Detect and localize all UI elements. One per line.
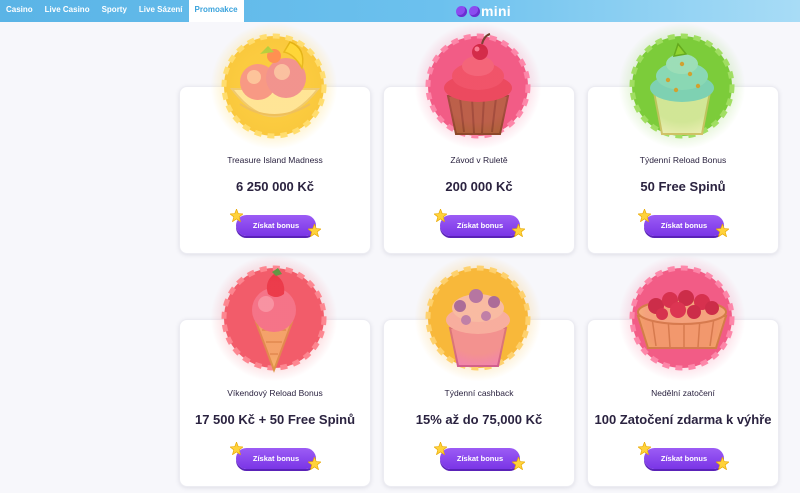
claim-bonus-button-wrap: Získat bonus [638, 442, 730, 470]
top-navigation-bar: Casino Live Casino Sporty Live Sázení Pr… [0, 0, 800, 22]
star-icon [308, 457, 321, 470]
claim-bonus-button[interactable]: Získat bonus [440, 215, 520, 236]
claim-bonus-button[interactable]: Získat bonus [236, 215, 316, 236]
ice-cream-bowl-icon [210, 22, 338, 150]
claim-bonus-button-wrap: Získat bonus [230, 209, 322, 237]
cherry-pie-icon [618, 254, 746, 382]
cherry-cupcake-icon [414, 22, 542, 150]
promo-title: Závod v Ruletě [450, 155, 508, 165]
main-nav: Casino Live Casino Sporty Live Sázení Pr… [0, 0, 244, 22]
logo-dot-icon [456, 5, 467, 17]
promo-amount: 50 Free Spinů [640, 179, 726, 194]
site-logo[interactable]: mini [455, 2, 511, 20]
claim-bonus-button[interactable]: Získat bonus [644, 215, 724, 236]
star-icon [716, 457, 729, 470]
promo-amount: 17 500 Kč + 50 Free Spinů [194, 412, 356, 427]
star-icon [512, 224, 525, 237]
star-icon [434, 442, 447, 455]
claim-bonus-button-wrap: Získat bonus [230, 442, 322, 470]
promo-title: Treasure Island Madness [227, 155, 323, 165]
promo-title: Týdenní Reload Bonus [639, 155, 727, 165]
nav-sports[interactable]: Sporty [96, 0, 133, 22]
nav-live-betting[interactable]: Live Sázení [133, 0, 189, 22]
blue-cupcake-icon [618, 22, 746, 150]
star-icon [716, 224, 729, 237]
star-icon [512, 457, 525, 470]
logo-dot-icon [469, 5, 480, 17]
claim-bonus-button-wrap: Získat bonus [434, 209, 526, 237]
nav-casino[interactable]: Casino [0, 0, 39, 22]
claim-bonus-button[interactable]: Získat bonus [236, 448, 316, 469]
star-icon [638, 209, 651, 222]
claim-bonus-button[interactable]: Získat bonus [440, 448, 520, 469]
strawberry-ice-cream-cone-icon [210, 254, 338, 382]
promo-amount: 200 000 Kč [445, 179, 513, 194]
promo-title: Týdenní cashback [444, 388, 514, 398]
promo-title: Nedělní zatočení [651, 388, 715, 398]
claim-bonus-button-wrap: Získat bonus [434, 442, 526, 470]
star-icon [230, 442, 243, 455]
star-icon [308, 224, 321, 237]
promo-amount: 6 250 000 Kč [235, 179, 315, 194]
star-icon [230, 209, 243, 222]
berry-cupcake-icon [414, 254, 542, 382]
nav-promotions[interactable]: Promoakce [188, 0, 244, 22]
star-icon [434, 209, 447, 222]
star-icon [638, 442, 651, 455]
claim-bonus-button[interactable]: Získat bonus [644, 448, 724, 469]
promo-amount: 100 Zatočení zdarma k výhře [594, 412, 772, 427]
promo-title: Víkendový Reload Bonus [227, 388, 323, 398]
promo-amount: 15% až do 75,000 Kč [415, 412, 543, 427]
logo-text: mini [481, 3, 511, 19]
nav-live-casino[interactable]: Live Casino [39, 0, 96, 22]
claim-bonus-button-wrap: Získat bonus [638, 209, 730, 237]
